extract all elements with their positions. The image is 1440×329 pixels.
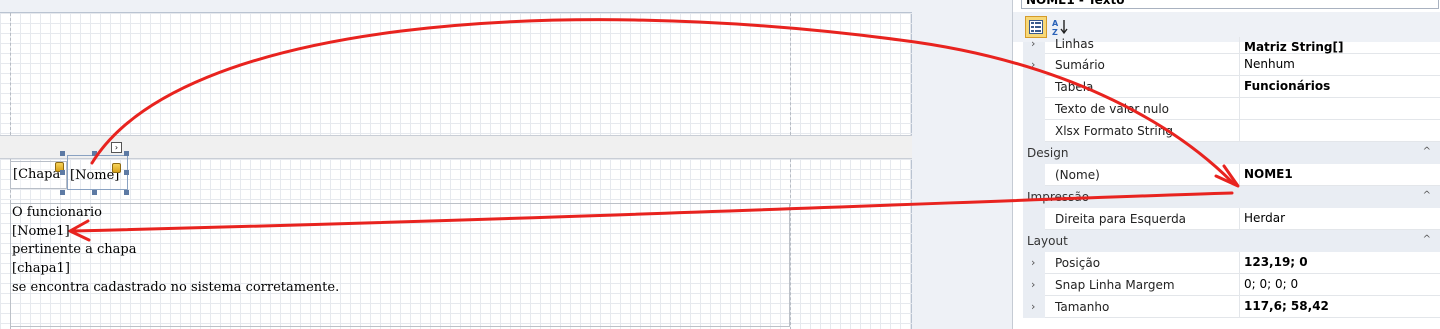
property-name: Texto de valor nulo [1055, 102, 1170, 116]
expand-chevron-icon[interactable]: › [1031, 58, 1035, 71]
margin-guide-right [790, 13, 791, 135]
report-designer[interactable]: [Chapa [Nome] › O funcionario [Nome1] pe… [0, 0, 1012, 329]
property-name: Tamanho [1055, 300, 1110, 314]
resize-handle[interactable] [60, 190, 65, 195]
row-gutter [1023, 120, 1045, 142]
property-name: Posição [1055, 256, 1101, 270]
property-row-direita[interactable]: Direita para Esquerda Herdar [1023, 208, 1440, 230]
property-row-texto-nulo[interactable]: Texto de valor nulo [1023, 98, 1440, 120]
text-line: pertinente a chapa [12, 242, 137, 257]
property-value[interactable]: Matriz String[] [1239, 37, 1440, 54]
resize-handle[interactable] [92, 151, 97, 156]
rich-text-control[interactable]: O funcionario [Nome1] pertinente a chapa… [10, 203, 790, 327]
property-value[interactable] [1239, 120, 1440, 142]
resize-handle[interactable] [60, 151, 65, 156]
text-line: [chapa1] [12, 261, 70, 276]
resize-handle[interactable] [124, 151, 129, 156]
page-header-band[interactable] [0, 13, 912, 135]
category-label: Impressão [1027, 190, 1090, 204]
categorized-button[interactable] [1025, 16, 1047, 38]
expand-chevron-icon[interactable]: › [1031, 278, 1035, 291]
category-design[interactable]: Design ^ [1023, 142, 1440, 164]
property-value[interactable] [1239, 98, 1440, 120]
collapse-caret-icon[interactable]: ^ [1423, 234, 1431, 245]
chapa-field[interactable]: [Chapa [13, 167, 60, 182]
band-header-bar[interactable] [0, 135, 912, 159]
margin-guide-left [10, 13, 11, 135]
margin-guide-right [790, 203, 791, 329]
collapse-caret-icon[interactable]: ^ [1423, 146, 1431, 157]
property-value[interactable]: 0; 0; 0; 0 [1239, 274, 1440, 296]
property-list[interactable]: › Linhas Matriz String[] › Sumário Nenhu… [1023, 37, 1440, 329]
text-line: se encontra cadastrado no sistema corret… [12, 280, 340, 295]
row-gutter [1023, 164, 1045, 186]
svg-text:Z: Z [1052, 28, 1058, 36]
property-row-linhas[interactable]: › Linhas Matriz String[] [1023, 37, 1440, 54]
categorized-icon [1029, 20, 1043, 34]
property-value[interactable]: Nenhum [1239, 54, 1440, 76]
expand-chevron-icon[interactable]: › [1031, 37, 1035, 50]
property-row-sumario[interactable]: › Sumário Nenhum [1023, 54, 1440, 76]
resize-handle[interactable] [60, 170, 65, 175]
property-name: (Nome) [1055, 168, 1100, 182]
property-value[interactable]: Herdar [1239, 208, 1440, 230]
row-gutter [1023, 208, 1045, 230]
report-page[interactable]: [Chapa [Nome] › O funcionario [Nome1] pe… [0, 12, 912, 329]
property-value[interactable]: 117,6; 58,42 [1239, 296, 1440, 318]
property-value[interactable]: Funcionários [1239, 76, 1440, 98]
property-name: Direita para Esquerda [1055, 212, 1187, 226]
property-row-nome[interactable]: (Nome) NOME1 [1023, 164, 1440, 186]
property-row-posicao[interactable]: › Posição 123,19; 0 [1023, 252, 1440, 274]
sort-az-icon: A Z [1052, 19, 1068, 36]
property-row-snap[interactable]: › Snap Linha Margem 0; 0; 0; 0 [1023, 274, 1440, 296]
alphabetical-button[interactable]: A Z [1049, 16, 1071, 38]
property-name: Xlsx Formato String [1055, 124, 1173, 138]
category-label: Layout [1027, 234, 1068, 248]
group-header-band[interactable] [0, 159, 912, 203]
margin-guide-right [790, 159, 791, 203]
property-row-tamanho[interactable]: › Tamanho 117,6; 58,42 [1023, 296, 1440, 318]
category-layout[interactable]: Layout ^ [1023, 230, 1440, 252]
smart-tag-icon[interactable]: › [111, 142, 122, 153]
category-label: Design [1027, 146, 1069, 160]
selected-object-title[interactable]: NOME1 - Texto [1021, 0, 1439, 9]
text-line: [Nome1] [12, 224, 70, 239]
category-impressao[interactable]: Impressão ^ [1023, 186, 1440, 208]
database-field-icon [112, 163, 121, 173]
expand-chevron-icon[interactable]: › [1031, 300, 1035, 313]
text-line: O funcionario [12, 205, 102, 220]
resize-handle[interactable] [124, 190, 129, 195]
property-name: Linhas [1055, 37, 1094, 51]
resize-handle[interactable] [124, 170, 129, 175]
property-name: Snap Linha Margem [1055, 278, 1175, 292]
property-row-tabela[interactable]: Tabela Funcionários [1023, 76, 1440, 98]
property-row-xlsx[interactable]: Xlsx Formato String [1023, 120, 1440, 142]
property-name: Sumário [1055, 58, 1105, 72]
row-gutter [1023, 98, 1045, 120]
collapse-caret-icon[interactable]: ^ [1423, 190, 1431, 201]
expand-chevron-icon[interactable]: › [1031, 256, 1035, 269]
property-value[interactable]: 123,19; 0 [1239, 252, 1440, 274]
svg-text:A: A [1052, 19, 1059, 28]
resize-handle[interactable] [92, 190, 97, 195]
property-value[interactable]: NOME1 [1239, 164, 1440, 186]
property-name: Tabela [1055, 80, 1094, 94]
row-gutter [1023, 76, 1045, 98]
property-grid[interactable]: NOME1 - Texto A Z › Linhas Matriz String… [1012, 0, 1440, 329]
